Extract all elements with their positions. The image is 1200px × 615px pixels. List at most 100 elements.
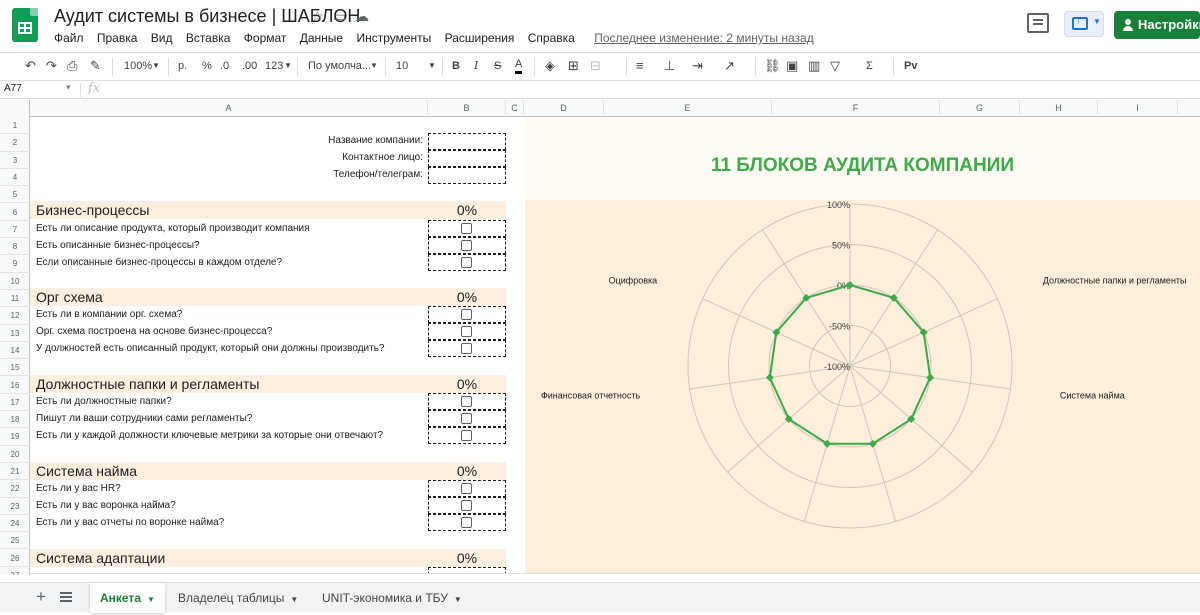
currency-format-button[interactable]: р. xyxy=(178,58,187,74)
row-header[interactable]: 21 xyxy=(0,463,30,481)
insert-link-icon[interactable]: ⛓ xyxy=(764,58,781,74)
add-sheet-icon[interactable]: + xyxy=(36,587,46,607)
question-checkbox[interactable] xyxy=(461,413,472,424)
row-header[interactable]: 25 xyxy=(0,532,30,550)
phone-telegram-input[interactable] xyxy=(428,167,506,184)
italic-button[interactable]: I xyxy=(474,58,478,74)
radar-data-point[interactable] xyxy=(926,373,935,382)
column-header-a[interactable]: A xyxy=(30,100,428,117)
row-header[interactable]: 8 xyxy=(0,238,30,256)
select-all-corner[interactable] xyxy=(0,100,30,117)
last-edit-link[interactable]: Последнее изменение: 2 минуты назад xyxy=(594,31,814,45)
number-format-select[interactable]: 123 xyxy=(265,58,283,74)
vertical-align-icon[interactable]: ⊥ xyxy=(664,58,675,74)
row-header[interactable]: 26 xyxy=(0,550,30,567)
row-header[interactable]: 12 xyxy=(0,307,30,325)
sheet-tab-owner[interactable]: Владелец таблицы ▼ xyxy=(168,583,308,613)
row-header[interactable]: 10 xyxy=(0,273,30,290)
row-header[interactable]: 3 xyxy=(0,152,30,169)
name-box[interactable]: A77 xyxy=(4,83,22,94)
strikethrough-button[interactable]: S xyxy=(494,58,501,74)
menu-extensions[interactable]: Расширения xyxy=(445,31,515,45)
chart-panel[interactable]: 11 БЛОКОВ АУДИТА КОМПАНИИ 100% 50% 0% -50% -… xyxy=(525,117,1200,575)
question-checkbox[interactable] xyxy=(461,430,472,441)
decrease-decimal-button[interactable]: .0 xyxy=(220,58,229,74)
sheet-tab-unit-economics[interactable]: UNIT-экономика и ТБУ ▼ xyxy=(312,583,472,613)
print-icon[interactable]: ⎙ xyxy=(67,58,77,74)
question-checkbox[interactable] xyxy=(461,309,472,320)
font-family-select[interactable]: По умолча... xyxy=(308,58,371,74)
percent-format-button[interactable]: % xyxy=(202,58,212,74)
question-checkbox[interactable] xyxy=(461,396,472,407)
menu-file[interactable]: Файл xyxy=(54,31,84,45)
text-rotation-icon[interactable]: ↗ xyxy=(724,58,735,74)
column-header-b[interactable]: B xyxy=(428,100,506,117)
question-checkbox[interactable] xyxy=(461,343,472,354)
fill-color-icon[interactable]: ◈ xyxy=(545,58,555,74)
sheets-logo-icon[interactable] xyxy=(12,8,38,42)
all-sheets-icon[interactable] xyxy=(60,592,72,602)
contact-person-input[interactable] xyxy=(428,150,506,167)
undo-icon[interactable]: ↶ xyxy=(25,58,36,74)
horizontal-align-icon[interactable]: ≡ xyxy=(636,58,644,74)
zoom-select[interactable]: 100% xyxy=(124,58,152,74)
menu-data[interactable]: Данные xyxy=(300,31,343,45)
merge-cells-icon[interactable]: ⊟ xyxy=(590,58,601,74)
row-header[interactable]: 16 xyxy=(0,377,30,394)
redo-icon[interactable]: ↷ xyxy=(46,58,57,74)
question-checkbox[interactable] xyxy=(461,223,472,234)
paint-format-icon[interactable]: ✎ xyxy=(90,58,101,74)
bold-button[interactable]: B xyxy=(452,58,460,74)
menu-view[interactable]: Вид xyxy=(151,31,173,45)
question-checkbox[interactable] xyxy=(461,483,472,494)
row-header[interactable]: 1 xyxy=(0,117,30,135)
cloud-saved-icon[interactable]: ☁ xyxy=(355,8,369,25)
row-header[interactable]: 18 xyxy=(0,411,30,429)
menu-format[interactable]: Формат xyxy=(244,31,287,45)
row-header[interactable]: 6 xyxy=(0,204,30,221)
row-header[interactable]: 17 xyxy=(0,394,30,412)
row-header[interactable]: 22 xyxy=(0,480,30,498)
column-header-h[interactable]: H xyxy=(1020,100,1098,117)
row-header[interactable]: 9 xyxy=(0,255,30,273)
row-header[interactable]: 20 xyxy=(0,446,30,463)
column-header-i[interactable]: I xyxy=(1098,100,1178,117)
row-header[interactable]: 4 xyxy=(0,169,30,187)
company-name-input[interactable] xyxy=(428,133,506,150)
question-checkbox[interactable] xyxy=(461,500,472,511)
horizontal-scrollbar[interactable] xyxy=(30,573,1200,575)
question-checkbox[interactable] xyxy=(461,517,472,528)
menu-tools[interactable]: Инструменты xyxy=(356,31,431,45)
star-icon[interactable]: ☆ xyxy=(311,8,324,25)
question-checkbox[interactable] xyxy=(461,257,472,268)
row-header[interactable]: 7 xyxy=(0,221,30,239)
column-header-f[interactable]: F xyxy=(772,100,940,117)
filter-icon[interactable]: ▽ xyxy=(830,58,840,74)
radar-chart[interactable]: 100%50%0%-50%-100%Бизнес-процессыОрг схе… xyxy=(525,200,1200,575)
row-header[interactable]: 19 xyxy=(0,428,30,446)
sheet-tab-anketa[interactable]: Анкета ▼ xyxy=(90,583,165,613)
row-header[interactable]: 11 xyxy=(0,290,30,308)
row-header[interactable]: 13 xyxy=(0,325,30,342)
row-header[interactable]: 24 xyxy=(0,515,30,533)
column-header-d[interactable]: D xyxy=(524,100,604,117)
comment-history-icon[interactable] xyxy=(1027,13,1049,33)
column-header-e[interactable]: E xyxy=(604,100,772,117)
row-header[interactable]: 2 xyxy=(0,134,30,152)
text-color-button[interactable]: A xyxy=(515,58,523,74)
row-header[interactable]: 23 xyxy=(0,498,30,515)
question-checkbox[interactable] xyxy=(461,240,472,251)
column-header-g[interactable]: G xyxy=(940,100,1020,117)
share-button[interactable]: Настройки xyxy=(1114,11,1200,39)
folder-move-icon[interactable]: ▭ xyxy=(333,8,346,25)
menu-help[interactable]: Справка xyxy=(528,31,575,45)
menu-insert[interactable]: Вставка xyxy=(186,31,231,45)
increase-decimal-button[interactable]: .00 xyxy=(242,58,257,74)
radar-data-point[interactable] xyxy=(765,373,774,382)
font-size-select[interactable]: 10 xyxy=(396,58,408,74)
present-button[interactable]: ▼ xyxy=(1064,11,1104,37)
text-wrap-icon[interactable]: ⇥ xyxy=(692,58,703,74)
row-header[interactable]: 15 xyxy=(0,359,30,377)
borders-icon[interactable]: ⊞ xyxy=(568,58,579,74)
functions-button[interactable]: Σ xyxy=(866,58,873,74)
